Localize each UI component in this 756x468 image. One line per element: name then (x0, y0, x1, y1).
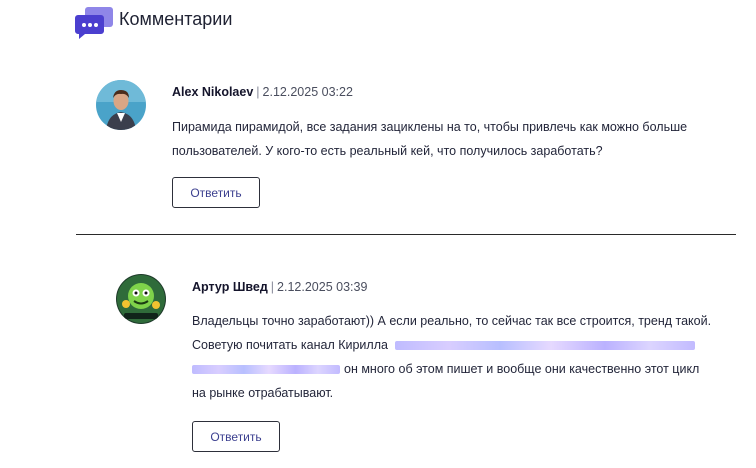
comment-line: Пирамида пирамидой, все задания зациклен… (172, 120, 688, 134)
comment-line: на рынке отрабатывают. (192, 386, 334, 400)
comment-line: Советую почитать канал Кирилла (192, 333, 737, 357)
meta-separator: | (256, 85, 260, 99)
comment-date: 2.12.2025 03:39 (277, 280, 368, 294)
comment-line-text: он много об этом пишет и вообще они каче… (344, 362, 700, 376)
comment-text: Владельцы точно заработают)) А если реал… (192, 309, 737, 405)
author-name[interactable]: Alex Nikolaev (172, 85, 253, 99)
comment-line: Владельцы точно заработают)) А если реал… (192, 314, 712, 328)
comment-line: пользователей. У кого-то есть реальный к… (172, 144, 603, 158)
avatar[interactable] (116, 274, 166, 324)
meta-separator: | (270, 280, 275, 294)
redacted-link[interactable] (192, 365, 340, 375)
redacted-link[interactable] (395, 341, 696, 351)
comment-date: 2.12.2025 03:22 (262, 85, 353, 99)
chat-bubbles-icon (75, 4, 113, 40)
comment-line: он много об этом пишет и вообще они каче… (192, 357, 737, 381)
comment-line-text: Советую почитать канал Кирилла (192, 338, 388, 352)
comment-text: Пирамида пирамидой, все задания зациклен… (172, 115, 732, 163)
reply-button[interactable]: Ответить (172, 177, 260, 208)
avatar[interactable] (96, 80, 146, 130)
comment-meta: Артур Швед | 2.12.2025 03:39 (192, 280, 367, 294)
author-name[interactable]: Артур Швед (192, 280, 268, 294)
section-title: Комментарии (119, 8, 233, 29)
comments-header: Комментарии (75, 4, 232, 40)
comment-divider (76, 234, 736, 235)
comment-meta: Alex Nikolaev | 2.12.2025 03:22 (172, 85, 353, 99)
reply-button[interactable]: Ответить (192, 421, 280, 452)
